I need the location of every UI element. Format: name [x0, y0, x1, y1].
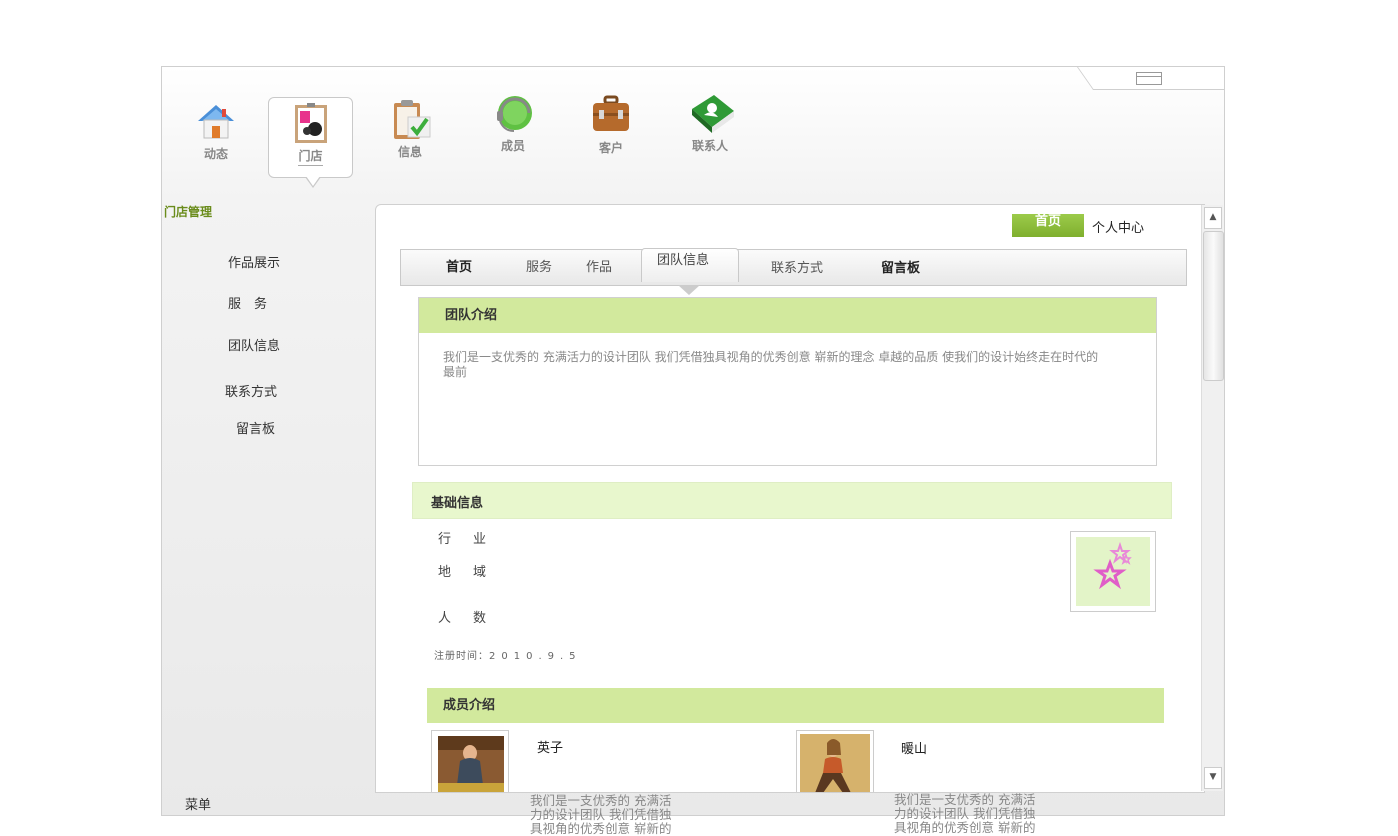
register-time-label: 注册时间： [434, 651, 489, 662]
tab-caret [678, 285, 700, 295]
headset-icon [491, 91, 535, 135]
field-headcount: 人数 [438, 611, 509, 626]
basic-info-title: 基础信息 [412, 482, 1172, 519]
menu-button[interactable]: 菜单 [185, 794, 211, 813]
tab-service[interactable]: 服务 [526, 256, 552, 275]
team-intro-text: 我们是一支优秀的 充满活力的设计团队 我们凭借独具视角的优秀创意 崭新的理念 卓… [443, 350, 1099, 379]
nav-clients[interactable]: 客户 [576, 93, 646, 156]
nav-label: 联系人 [691, 139, 728, 153]
tab-home[interactable]: 首页 [446, 256, 472, 275]
member-name: 暖山 [901, 742, 928, 757]
sidebar-item-contact[interactable]: 联系方式 [225, 381, 277, 400]
scroll-down-icon[interactable]: ▼ [1204, 767, 1222, 789]
sidebar-title: 门店管理 [164, 205, 213, 219]
sidebar-item-team[interactable]: 团队信息 [228, 335, 280, 354]
home-button[interactable]: 首页 [1012, 214, 1084, 237]
store-avatar[interactable] [1070, 531, 1156, 612]
content-panel: 首页 个人中心 首页 服务 作品 团队信息 联系方式 留言板 团队介绍 我们是一… [375, 204, 1205, 793]
tab-contact[interactable]: 联系方式 [771, 257, 823, 276]
member-photo[interactable] [796, 730, 874, 792]
scroll-thumb[interactable] [1203, 231, 1224, 381]
team-intro-title: 团队介绍 [419, 298, 1156, 333]
tab-guestbook[interactable]: 留言板 [881, 257, 920, 276]
briefcase-icon [589, 93, 633, 137]
nav-label: 门店 [298, 149, 323, 166]
field-industry: 行业 [438, 532, 509, 547]
content-scrollbar[interactable]: ▲ ▼ [1201, 205, 1224, 791]
sidebar-item-guestbook[interactable]: 留言板 [236, 418, 275, 437]
app-window: 动态 门店 信息 成员 客户 联系人 门店管理 作品展示 服 务 团队信息 联系… [161, 66, 1225, 816]
tab-team-info[interactable]: 团队信息 [641, 248, 739, 282]
sidebar-item-service[interactable]: 服 务 [228, 293, 267, 312]
nav-label: 信息 [397, 145, 422, 159]
nav-store[interactable]: 门店 [268, 97, 353, 188]
stars-icon [1076, 537, 1150, 606]
nav-dynamic[interactable]: 动态 [181, 99, 251, 162]
field-region: 地域 [438, 565, 509, 580]
clipboard-check-icon [388, 97, 432, 141]
nav-members[interactable]: 成员 [478, 91, 548, 154]
nav-label: 动态 [203, 147, 228, 161]
tab-bar: 首页 服务 作品 团队信息 联系方式 留言板 [400, 248, 1187, 286]
sidebar-item-works[interactable]: 作品展示 [228, 252, 280, 271]
nav-label: 客户 [598, 141, 623, 155]
member-desc-overflow: 我们是一支优秀的 充满活力的设计团队 我们凭借独具视角的优秀创意 崭新的 [894, 792, 1036, 835]
address-book-icon [688, 91, 734, 135]
nav-contacts[interactable]: 联系人 [675, 91, 745, 154]
scroll-up-icon[interactable]: ▲ [1204, 207, 1222, 229]
team-intro-box: 团队介绍 我们是一支优秀的 充满活力的设计团队 我们凭借独具视角的优秀创意 崭新… [418, 297, 1157, 466]
personal-center-link[interactable]: 个人中心 [1092, 217, 1144, 236]
members-title: 成员介绍 [427, 688, 1164, 723]
store-icon [289, 101, 333, 145]
member-name: 英子 [537, 741, 564, 756]
house-icon [194, 99, 238, 143]
nav-info[interactable]: 信息 [375, 97, 445, 160]
window-icon[interactable] [1136, 72, 1162, 85]
register-time-value: 2010.9.5 [489, 651, 582, 662]
tab-works[interactable]: 作品 [586, 256, 612, 275]
member-photo[interactable] [431, 730, 509, 792]
nav-label: 成员 [500, 139, 525, 153]
register-time: 注册时间：2010.9.5 [434, 647, 582, 662]
